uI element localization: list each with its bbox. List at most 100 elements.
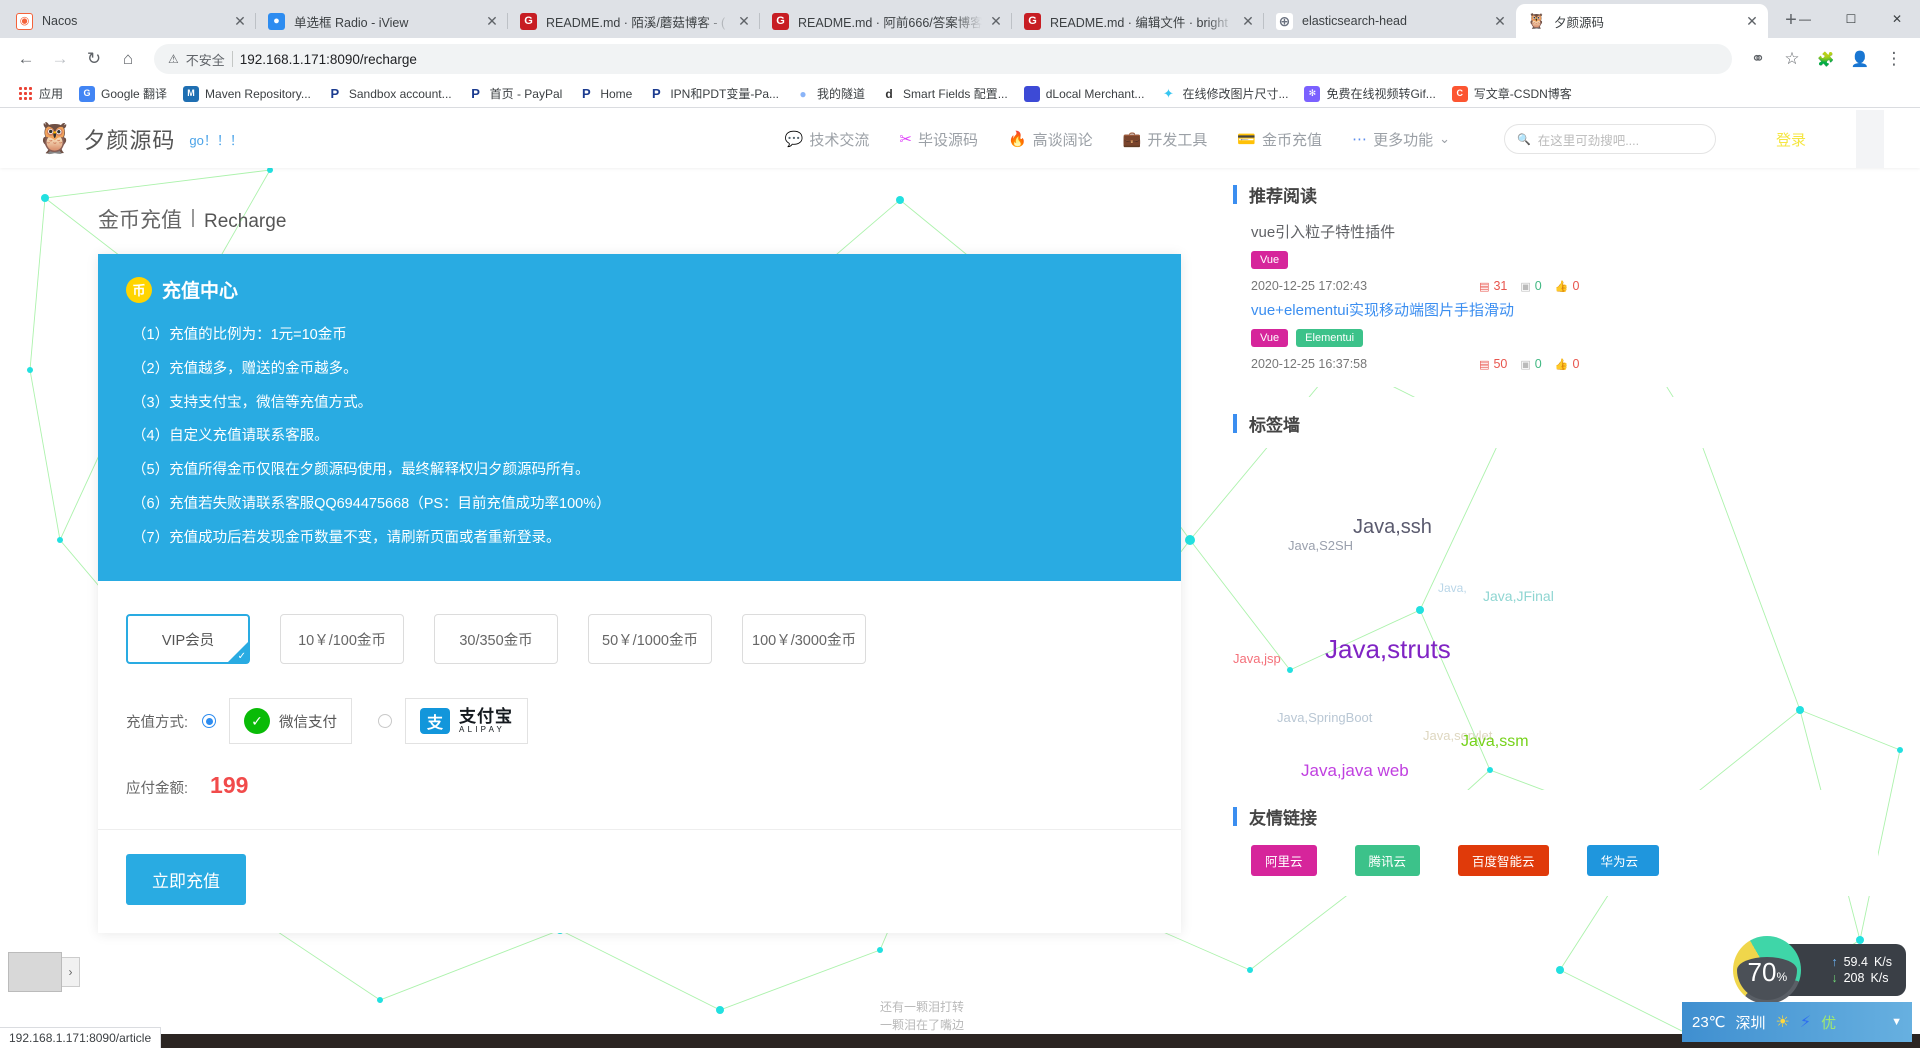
friend-link[interactable]: 阿里云: [1251, 845, 1317, 876]
widget-friend-links: 友情链接 阿里云 腾讯云 百度智能云 华为云: [1233, 790, 1878, 896]
nav-item-tech[interactable]: 💬 技术交流: [785, 129, 870, 150]
close-window-button[interactable]: ✕: [1874, 0, 1920, 38]
bookmark-item[interactable]: ✻ 免费在线视频转Gif...: [1297, 82, 1442, 105]
browser-tab[interactable]: ● 单选框 Radio - iView ✕: [256, 4, 508, 38]
home-icon[interactable]: ⌂: [112, 43, 144, 75]
maximize-button[interactable]: ☐: [1828, 0, 1874, 38]
nav-item-source[interactable]: ✂ 毕设源码: [899, 129, 978, 150]
page-content: 金币充值 Recharge 币 充值中心 （1）充值的比例为：1元=10金币 （…: [0, 168, 1920, 934]
radio-wechat[interactable]: [202, 714, 217, 729]
share-icon[interactable]: ⚭: [1742, 43, 1774, 75]
bookmark-item[interactable]: P Sandbox account...: [320, 83, 459, 105]
network-speed-widget[interactable]: 70 % ↑ 59.4 K/s ↓ 208 K/s: [1737, 944, 1906, 1000]
notice-title: 充值中心: [162, 281, 239, 302]
sidebar: 推荐阅读 vue引入粒子特性插件 Vue 2020-12-25 17:02:43…: [1233, 168, 1878, 933]
bookmark-apps[interactable]: 应用: [10, 82, 70, 105]
close-icon[interactable]: ✕: [482, 11, 502, 31]
bookmark-item[interactable]: P Home: [571, 83, 639, 105]
chevron-down-icon[interactable]: ▼: [1891, 1016, 1902, 1028]
tag-cloud-item[interactable]: Java,: [1438, 581, 1467, 595]
bookmark-item[interactable]: M Maven Repository...: [176, 83, 318, 105]
minimize-button[interactable]: —: [1782, 0, 1828, 38]
list-item[interactable]: vue引入粒子特性插件 Vue 2020-12-25 17:02:43 ▤ 31: [1233, 219, 1878, 297]
submit-recharge-button[interactable]: 立即充值: [126, 854, 246, 906]
nav-item-more[interactable]: ⋯ 更多功能 ⌄: [1352, 129, 1450, 150]
cpu-usage-unit: %: [1776, 970, 1788, 984]
chevron-right-icon[interactable]: ›: [62, 957, 80, 987]
payment-option-wechat[interactable]: ✓ 微信支付: [229, 698, 353, 745]
friend-link[interactable]: 腾讯云: [1354, 845, 1421, 876]
browser-menu-icon[interactable]: ⋮: [1878, 43, 1910, 75]
article-title[interactable]: vue引入粒子特性插件: [1251, 221, 1860, 242]
payment-option-alipay[interactable]: 支 支付宝 ALIPAY: [405, 698, 529, 745]
address-bar[interactable]: ⚠ 不安全 192.168.1.171:8090/recharge: [154, 44, 1732, 74]
weather-widget[interactable]: 23℃ 深圳 ☀ ⚡ 优 ▼: [1682, 1002, 1912, 1042]
payment-method-row: 充值方式: ✓ 微信支付 支 支付宝 ALIPAY: [126, 698, 1153, 772]
bookmark-item[interactable]: P IPN和PDT变量-Pa...: [641, 82, 786, 105]
tag-cloud-item[interactable]: Java,ssm: [1461, 733, 1529, 751]
tag-badge[interactable]: Vue: [1251, 329, 1289, 347]
bookmark-item[interactable]: P 首页 - PayPal: [461, 82, 570, 105]
back-icon[interactable]: ←: [10, 43, 42, 75]
browser-tab[interactable]: ◉ Nacos ✕: [4, 4, 256, 38]
amount-option-vip[interactable]: VIP会员 ✓: [126, 614, 250, 665]
bookmark-item[interactable]: d Smart Fields 配置...: [874, 82, 1015, 105]
tag-cloud-item[interactable]: Java,ssh: [1353, 516, 1432, 539]
tag-cloud-item[interactable]: Java,struts: [1325, 634, 1451, 665]
nacos-icon: ◉: [16, 12, 33, 30]
friend-link[interactable]: 百度智能云: [1458, 845, 1549, 876]
nav-item-recharge[interactable]: 💳 金币充值: [1237, 129, 1322, 150]
nav-item-devtools[interactable]: 💼 开发工具: [1123, 129, 1208, 150]
bookmark-item[interactable]: dLocal Merchant...: [1017, 83, 1152, 105]
close-icon[interactable]: ✕: [1238, 11, 1258, 31]
article-title[interactable]: vue+elementui实现移动端图片手指滑动: [1251, 299, 1860, 320]
nav-item-forum[interactable]: 🔥 高谈阔论: [1008, 129, 1093, 150]
amount-option-50[interactable]: 50￥/1000金币: [588, 614, 712, 665]
article-tags: Vue Elementui: [1251, 329, 1860, 347]
amount-option-10[interactable]: 10￥/100金币: [280, 614, 404, 665]
amount-option-100[interactable]: 100￥/3000金币: [742, 614, 866, 665]
tag-cloud-item[interactable]: Java,java web: [1301, 761, 1409, 781]
browser-tab[interactable]: ⊕ elasticsearch-head ✕: [1264, 4, 1516, 38]
eye-icon: ▤: [1479, 358, 1490, 371]
bookmark-item[interactable]: C 写文章-CSDN博客: [1445, 82, 1579, 105]
close-icon[interactable]: ✕: [1490, 11, 1510, 31]
close-icon[interactable]: ✕: [230, 11, 250, 31]
search-input[interactable]: 🔍 在这里可劲搜吧....: [1503, 124, 1716, 154]
tag-cloud-item[interactable]: Java,S2SH: [1288, 538, 1353, 553]
friend-link[interactable]: 华为云: [1586, 845, 1659, 876]
view-value: 31: [1493, 279, 1508, 293]
bookmark-item[interactable]: G Google 翻译: [72, 82, 174, 105]
login-button[interactable]: 登录: [1776, 129, 1806, 150]
tag-cloud-item[interactable]: Java,JFinal: [1483, 588, 1554, 604]
close-icon[interactable]: ✕: [1742, 11, 1762, 31]
gitee-icon: G: [1024, 12, 1041, 30]
tag-cloud-item[interactable]: Java,SpringBoot: [1277, 710, 1372, 725]
close-icon[interactable]: ✕: [734, 11, 754, 31]
forward-icon[interactable]: →: [44, 43, 76, 75]
bookmark-item[interactable]: ✦ 在线修改图片尺寸...: [1153, 82, 1295, 105]
browser-tab[interactable]: G README.md · 阿前666/答案博客 ✕: [760, 4, 1012, 38]
bookmark-item[interactable]: ● 我的隧道: [788, 82, 872, 105]
window-controls: — ☐ ✕: [1782, 0, 1920, 38]
amount-option-30[interactable]: 30/350金币: [434, 614, 558, 665]
bookmark-star-icon[interactable]: ☆: [1776, 43, 1808, 75]
browser-tab[interactable]: G README.md · 陌溪/蘑菇博客 - ( ✕: [508, 4, 760, 38]
extensions-icon[interactable]: 🧩: [1810, 43, 1842, 75]
article-date: 2020-12-25 16:37:58: [1251, 357, 1368, 371]
tag-badge[interactable]: Elementui: [1296, 329, 1364, 347]
browser-tab-active[interactable]: 🦉 夕颜源码 ✕: [1516, 4, 1768, 38]
list-item[interactable]: vue+elementui实现移动端图片手指滑动 Vue Elementui 2…: [1233, 297, 1878, 375]
close-icon[interactable]: ✕: [986, 11, 1006, 31]
logo-tagline: go！！！: [189, 132, 243, 148]
radio-alipay[interactable]: [378, 714, 393, 729]
thumbs-up-icon: 👍: [1554, 280, 1569, 293]
amount-label: 100￥/3000金币: [752, 632, 856, 649]
browser-tab[interactable]: G README.md · 编辑文件 · bright ✕: [1012, 4, 1264, 38]
site-logo[interactable]: 🦉 夕颜源码 go！！！: [36, 123, 243, 155]
reload-icon[interactable]: ↻: [78, 43, 110, 75]
tag-cloud-item[interactable]: Java,jsp: [1233, 651, 1281, 666]
tag-badge[interactable]: Vue: [1251, 251, 1289, 269]
profile-icon[interactable]: 👤: [1844, 43, 1876, 75]
floating-preview[interactable]: ›: [8, 952, 80, 992]
